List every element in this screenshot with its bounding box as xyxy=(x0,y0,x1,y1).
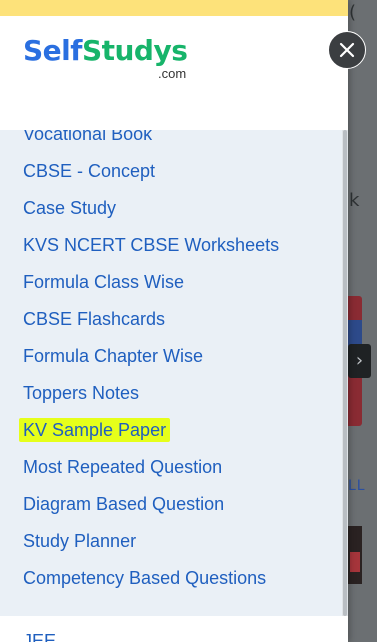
menu-item-most-repeated-question[interactable]: Most Repeated Question xyxy=(23,454,222,480)
menu-item-study-planner[interactable]: Study Planner xyxy=(23,528,136,554)
drawer-header: SelfStudys .com xyxy=(0,16,348,130)
drawer-scrollbar-thumb[interactable] xyxy=(343,130,347,616)
menu-item-competency-based-questions[interactable]: Competency Based Questions xyxy=(23,565,266,591)
menu-item-diagram-based-question[interactable]: Diagram Based Question xyxy=(23,491,224,517)
menu-item-case-study[interactable]: Case Study xyxy=(23,195,116,221)
logo-text-studys: Studys xyxy=(81,34,188,67)
logo-text-self: Self xyxy=(23,34,82,67)
site-logo[interactable]: SelfStudys xyxy=(23,34,188,68)
menu-item-jee[interactable]: JEE xyxy=(23,631,56,642)
chevron-right-icon: › xyxy=(355,350,364,371)
background-top-icon: ( xyxy=(349,2,357,23)
side-drawer: SelfStudys .com Vocational Book CBSE - C… xyxy=(0,0,348,642)
background-text-fragment: k xyxy=(349,190,360,211)
close-icon xyxy=(339,42,355,58)
background-carousel-next-button: › xyxy=(348,344,371,378)
drawer-top-strip xyxy=(0,0,348,16)
logo-domain: .com xyxy=(158,66,187,81)
menu-item-toppers-notes[interactable]: Toppers Notes xyxy=(23,380,139,406)
close-drawer-button[interactable] xyxy=(328,31,366,69)
menu-item-cbse-flashcards[interactable]: CBSE Flashcards xyxy=(23,306,165,332)
menu-item-formula-chapter-wise[interactable]: Formula Chapter Wise xyxy=(23,343,203,369)
highlighted-menu-label: KV Sample Paper xyxy=(19,418,171,442)
background-image-accent xyxy=(350,552,360,572)
menu-item-formula-class-wise[interactable]: Formula Class Wise xyxy=(23,269,184,295)
background-view-all-link: LL xyxy=(348,478,366,494)
menu-item-kv-sample-paper[interactable]: KV Sample Paper xyxy=(19,417,171,443)
background-image-tile xyxy=(348,526,362,584)
menu-item-vocational-book[interactable]: Vocational Book xyxy=(23,130,152,147)
menu-item-kvs-ncert-cbse-worksheets[interactable]: KVS NCERT CBSE Worksheets xyxy=(23,232,279,258)
drawer-menu-list: Vocational Book CBSE - Concept Case Stud… xyxy=(0,130,348,616)
menu-item-cbse-concept[interactable]: CBSE - Concept xyxy=(23,158,155,184)
next-menu-section: JEE xyxy=(0,616,348,642)
